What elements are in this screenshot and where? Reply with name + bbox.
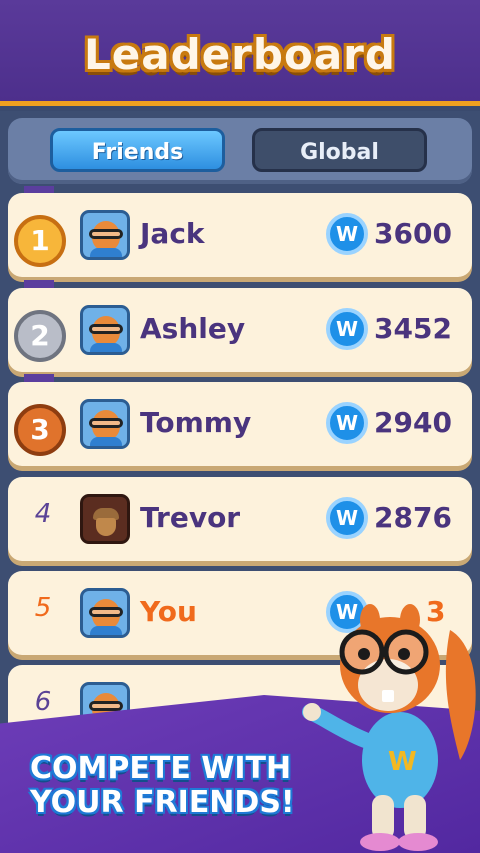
promo-line-2: YOUR FRIENDS! [30,785,295,820]
leaderboard-row[interactable]: 4 Trevor W 2876 [8,477,472,561]
rank-number: 4 [34,499,52,529]
leaderboard-row[interactable]: 1 Jack W 3600 [8,193,472,277]
coin-icon: W [326,497,368,539]
bronze-medal-icon: 3 [14,404,66,456]
rank-number: 6 [34,687,52,717]
coin-icon: W [326,213,368,255]
player-score: 3452 [374,312,452,345]
header-bar: Leaderboard [0,0,480,106]
promo-line-1: COMPETE WITH [30,751,292,786]
page-title: Leaderboard [84,30,396,79]
player-name: Tommy [140,406,252,439]
gold-medal-icon: 1 [14,215,66,267]
avatar [80,399,130,449]
leaderboard-row[interactable]: 3 Tommy W 2940 [8,382,472,466]
tab-global[interactable]: Global [252,128,427,172]
player-score: 2876 [374,501,452,534]
player-score: 3600 [374,217,452,250]
player-name: You [140,595,197,628]
player-name: Ashley [140,312,246,345]
svg-text:W: W [388,747,417,777]
avatar [80,305,130,355]
rank-number: 5 [34,593,52,623]
coin-icon: W [326,402,368,444]
squirrel-mascot-icon: W [302,604,476,851]
promo-text: COMPETE WITH YOUR FRIENDS! [30,752,320,820]
coin-icon: W [326,308,368,350]
silver-medal-icon: 2 [14,310,66,362]
avatar [80,210,130,260]
leaderboard-row[interactable]: 2 Ashley W 3452 [8,288,472,372]
player-score: 2940 [374,406,452,439]
tab-bar: Friends Global [8,118,472,184]
player-name: Trevor [140,501,241,534]
acorn-icon [80,494,130,544]
tab-friends[interactable]: Friends [50,128,225,172]
avatar [80,588,130,638]
player-name: Jack [140,217,205,250]
